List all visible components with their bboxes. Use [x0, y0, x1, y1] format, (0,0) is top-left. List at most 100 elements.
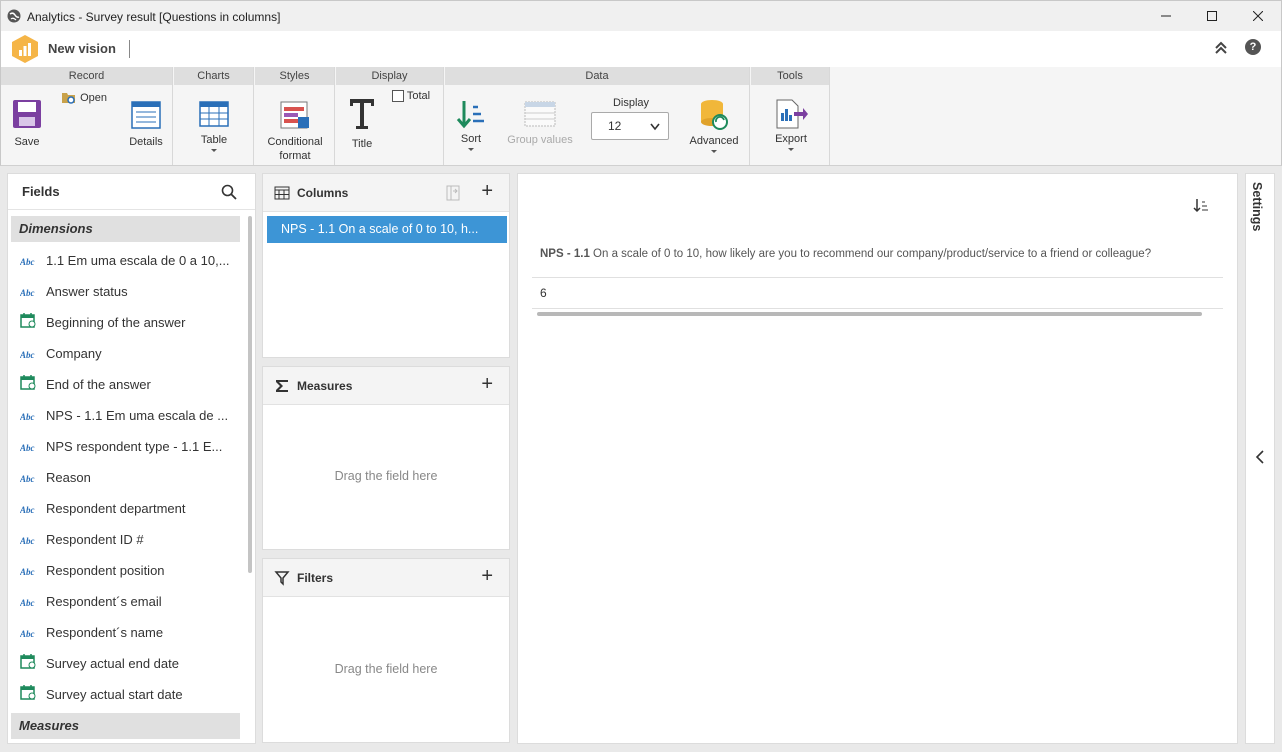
group-values-label: Group values — [507, 134, 573, 146]
table-label: Table — [200, 134, 228, 146]
columns-table-icon — [274, 186, 290, 200]
filters-drop-hint[interactable]: Drag the field here — [263, 662, 509, 676]
conditional-format-button[interactable]: Conditional format — [261, 101, 329, 163]
chevron-left-icon[interactable] — [1254, 450, 1266, 464]
field-item[interactable]: Beginning of the answer — [20, 307, 242, 338]
display-count-select[interactable]: 12 — [591, 112, 669, 140]
ribbon-group-styles: Styles Conditional format — [255, 67, 335, 165]
text-type-icon: Abc — [20, 400, 42, 431]
fields-scrollbar[interactable] — [248, 216, 252, 573]
app-globe-icon — [7, 9, 21, 23]
field-item-label: Reason — [46, 470, 91, 485]
advanced-database-icon — [701, 100, 728, 130]
field-item[interactable]: Abc NPS - 1.1 Em uma escala de ... — [20, 400, 242, 431]
save-icon — [13, 100, 41, 128]
ribbon-group-label: Styles — [255, 67, 334, 85]
dimensions-category[interactable]: Dimensions — [11, 216, 240, 242]
ribbon-group-display: Display Title Total — [336, 67, 444, 165]
search-icon[interactable] — [221, 184, 237, 200]
field-item-label: Respondent position — [46, 563, 165, 578]
abc-text: Abc — [20, 505, 35, 516]
advanced-label: Advanced — [689, 135, 739, 147]
vision-title: New vision — [48, 41, 116, 56]
export-label: Export — [775, 133, 807, 145]
title-button[interactable]: Title — [344, 97, 380, 151]
collapse-ribbon-icon[interactable] — [1213, 40, 1229, 56]
abc-text: Abc — [20, 598, 35, 609]
add-measure-button[interactable]: + — [481, 374, 493, 394]
text-type-icon: Abc — [20, 493, 42, 524]
result-cell[interactable]: 6 — [532, 279, 1223, 309]
table-icon — [199, 101, 229, 127]
export-icon — [776, 99, 808, 129]
field-item-label: Company — [46, 346, 102, 361]
add-column-button[interactable]: + — [481, 181, 493, 201]
sort-descending-icon[interactable] — [1193, 197, 1209, 213]
dropdown-caret-icon — [711, 150, 717, 153]
field-item-label: Survey actual end date — [46, 656, 179, 671]
field-item-label: Respondent´s name — [46, 625, 164, 640]
field-item-label: Answer status — [46, 284, 128, 299]
field-item[interactable]: Abc Respondent department — [20, 493, 242, 524]
abc-text: Abc — [20, 629, 35, 640]
field-item[interactable]: Survey actual start date — [20, 679, 242, 710]
maximize-button[interactable] — [1189, 3, 1235, 29]
fields-panel: Fields Dimensions Abc 1.1 Em uma escala d… — [7, 173, 256, 744]
window-title: Analytics - Survey result [Questions in … — [27, 10, 281, 24]
result-header-text: On a scale of 0 to 10, how likely are yo… — [589, 248, 1152, 260]
abc-text: Abc — [20, 536, 35, 547]
display-count-label: Display — [612, 97, 650, 109]
field-item[interactable]: Abc Respondent ID # — [20, 524, 242, 555]
field-item[interactable]: End of the answer — [20, 369, 242, 400]
calendar-icon — [20, 308, 42, 338]
abc-text: Abc — [20, 567, 35, 578]
conditional-format-label: Conditional format — [261, 135, 329, 163]
columns-header: Columns + — [263, 174, 509, 212]
field-item-label: Survey actual start date — [46, 687, 183, 702]
calendar-icon — [20, 370, 42, 400]
settings-label: Settings — [1250, 182, 1264, 232]
field-item[interactable]: Abc Respondent´s email — [20, 586, 242, 617]
minimize-button[interactable] — [1143, 3, 1189, 29]
abc-text: Abc — [20, 288, 35, 299]
field-item[interactable]: Abc Respondent´s name — [20, 617, 242, 648]
maximize-icon — [1207, 11, 1217, 21]
ribbon-group-tools: Tools Export — [751, 67, 830, 165]
result-column-header[interactable]: NPS - 1.1 On a scale of 0 to 10, how lik… — [532, 238, 1223, 278]
open-button[interactable]: Open — [61, 91, 113, 105]
abc-text: Abc — [20, 443, 35, 454]
measures-category[interactable]: Measures — [11, 713, 240, 739]
save-button[interactable]: Save — [9, 99, 45, 149]
close-button[interactable] — [1235, 3, 1281, 29]
group-values-icon — [524, 101, 556, 127]
settings-panel-tab[interactable]: Settings — [1245, 173, 1275, 744]
pivot-icon[interactable] — [445, 185, 461, 201]
export-button[interactable]: Export — [771, 99, 811, 151]
group-values-button[interactable]: Group values — [503, 101, 577, 147]
field-item[interactable]: Abc Answer status — [20, 276, 242, 307]
calendar-icon — [20, 680, 42, 710]
help-icon[interactable]: ? — [1245, 39, 1261, 55]
add-filter-button[interactable]: + — [481, 566, 493, 586]
details-icon — [131, 101, 161, 129]
measures-panel: Measures + Drag the field here — [262, 366, 510, 550]
field-item[interactable]: Abc Respondent position — [20, 555, 242, 586]
field-item[interactable]: Abc Company — [20, 338, 242, 369]
columns-panel: Columns + NPS - 1.1 On a scale of 0 to 1… — [262, 173, 510, 358]
field-item[interactable]: Abc Reason — [20, 462, 242, 493]
total-checkbox-box[interactable] — [392, 90, 404, 103]
sort-button[interactable]: Sort — [453, 99, 489, 151]
vision-separator — [129, 40, 130, 58]
field-item[interactable]: Abc 1.1 Em uma escala de 0 a 10,... — [20, 245, 242, 276]
total-checkbox[interactable]: Total — [392, 90, 442, 103]
advanced-button[interactable]: Advanced — [685, 99, 743, 153]
field-item-label: Respondent ID # — [46, 532, 144, 547]
vision-bar: New vision ? — [0, 31, 1282, 67]
result-horizontal-scrollbar[interactable] — [537, 312, 1202, 316]
details-button[interactable]: Details — [127, 101, 165, 149]
field-item[interactable]: Survey actual end date — [20, 648, 242, 679]
field-item[interactable]: Abc NPS respondent type - 1.1 E... — [20, 431, 242, 462]
column-chip-nps[interactable]: NPS - 1.1 On a scale of 0 to 10, h... — [267, 216, 507, 243]
measures-drop-hint[interactable]: Drag the field here — [263, 469, 509, 483]
table-button[interactable]: Table — [196, 101, 232, 152]
